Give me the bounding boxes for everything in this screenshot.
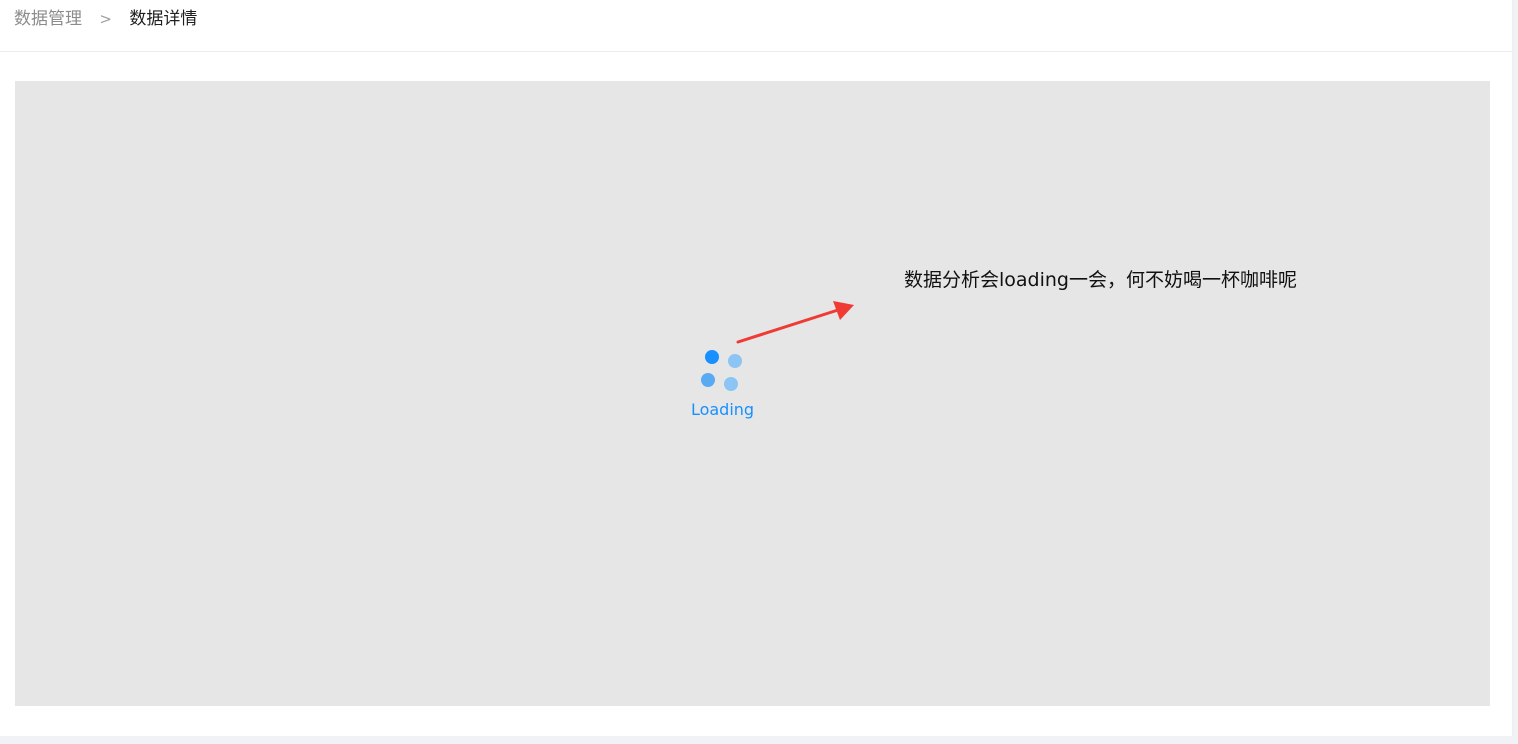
annotation-arrow-icon xyxy=(736,301,854,344)
breadcrumb: 数据管理 > 数据详情 xyxy=(14,7,197,31)
breadcrumb-item-data-detail: 数据详情 xyxy=(129,9,198,29)
loading-text: Loading xyxy=(690,400,755,419)
breadcrumb-separator: > xyxy=(99,10,112,28)
loading-spinner-icon xyxy=(701,349,745,393)
breadcrumb-item-data-management[interactable]: 数据管理 xyxy=(14,9,82,29)
content-loading-area: Loading 数据分析会loading一会，何不妨喝一杯咖啡呢 xyxy=(15,81,1490,706)
right-scroll-edge xyxy=(1512,0,1514,744)
page-header: 数据管理 > 数据详情 xyxy=(0,0,1512,52)
spinner-dot xyxy=(701,373,715,387)
spinner-dot xyxy=(728,354,742,368)
spinner-dot xyxy=(724,377,738,391)
annotation-text: 数据分析会loading一会，何不妨喝一杯咖啡呢 xyxy=(904,269,1297,291)
bottom-strip xyxy=(0,736,1518,744)
spinner-dot xyxy=(705,350,719,364)
page: 数据管理 > 数据详情 Loading 数据分析会loading一会，何不妨喝一… xyxy=(0,0,1512,736)
